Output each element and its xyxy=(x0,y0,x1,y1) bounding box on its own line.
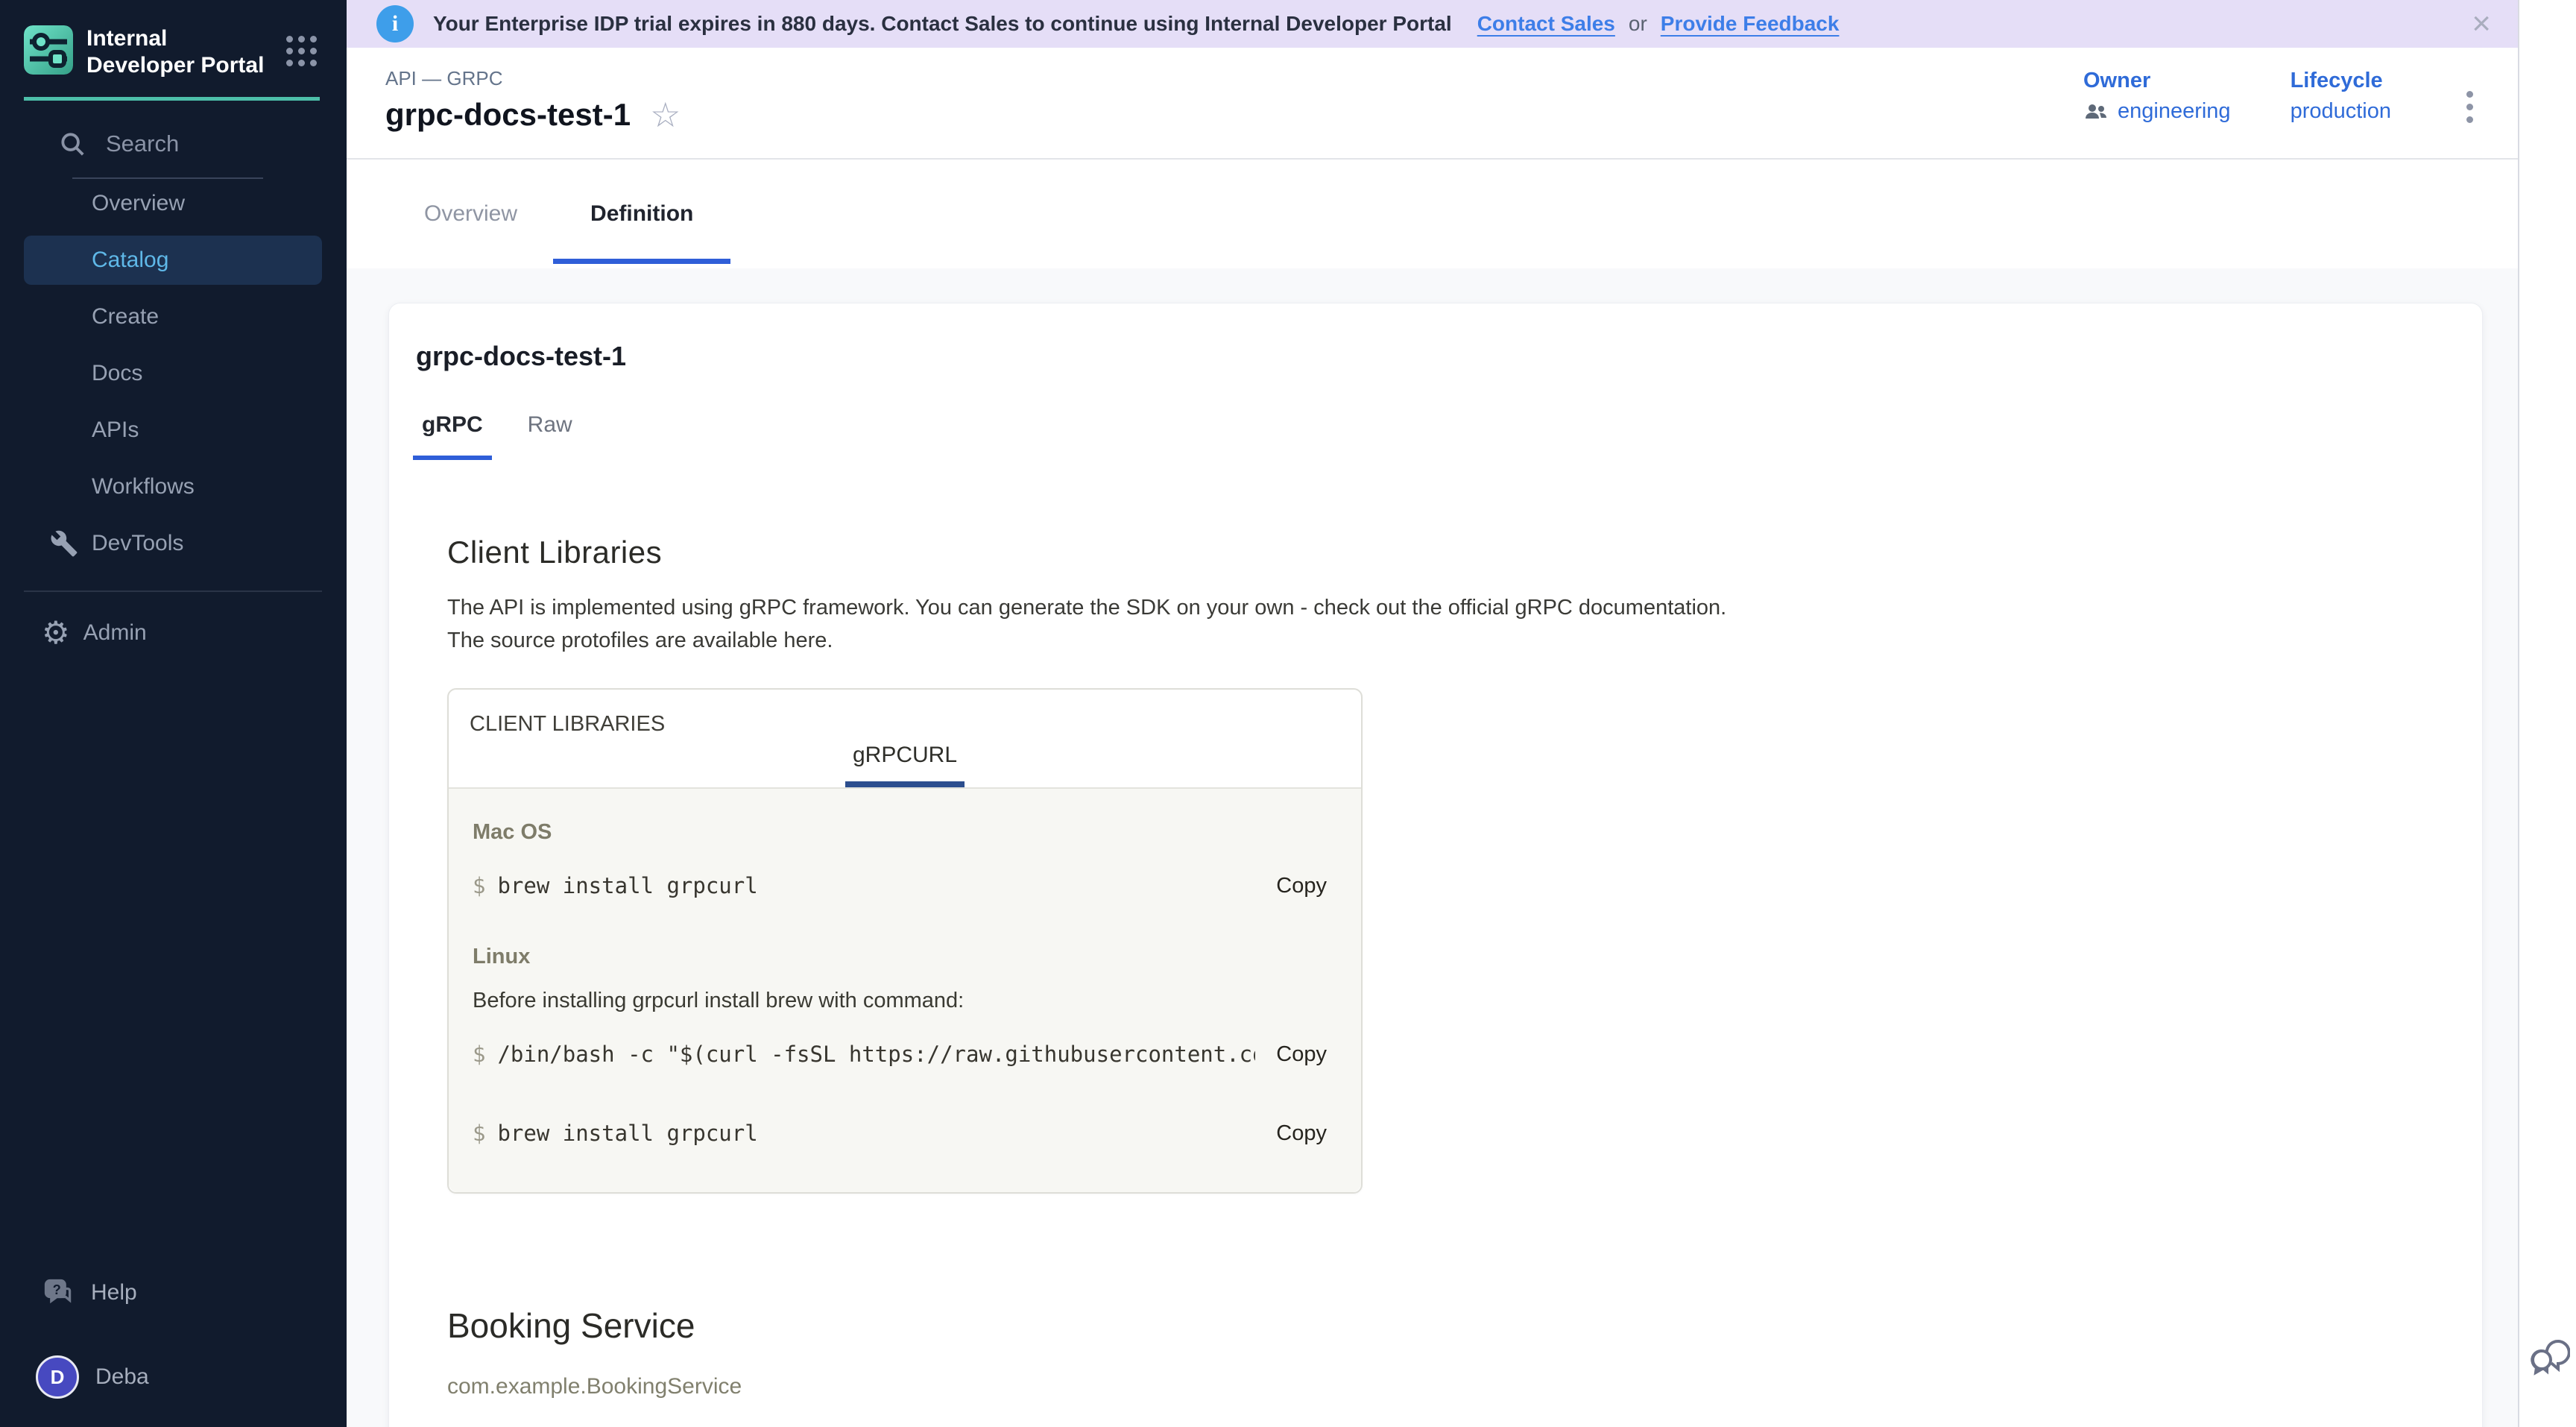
right-gutter xyxy=(2518,0,2576,1427)
tab-overview[interactable]: Overview xyxy=(424,160,517,268)
command-row-macos: $ brew install grpcurl Copy xyxy=(473,873,1327,898)
page-title: grpc-docs-test-1 xyxy=(385,97,631,133)
copy-button[interactable]: Copy xyxy=(1276,1121,1327,1146)
booking-service-heading: Booking Service xyxy=(447,1305,2482,1346)
client-libraries-paragraph-line2: The source protofiles are available here… xyxy=(447,624,2482,657)
booking-service-section: Booking Service com.example.BookingServi… xyxy=(447,1305,2482,1427)
chat-feedback-launcher-icon[interactable] xyxy=(2528,1332,2570,1393)
app-switcher-icon[interactable] xyxy=(286,36,317,66)
search-icon xyxy=(58,130,86,158)
banner-or-text: or xyxy=(1629,12,1647,36)
sidebar-item-admin[interactable]: ⚙ Admin xyxy=(0,617,347,649)
command-row-linux-brew: $ /bin/bash -c "$(curl -fsSL https://raw… xyxy=(473,1042,1327,1067)
booking-service-package: com.example.BookingService xyxy=(447,1374,2482,1399)
main-area: i Your Enterprise IDP trial expires in 8… xyxy=(347,0,2518,1427)
breadcrumb[interactable]: API — GRPC xyxy=(385,67,502,90)
people-icon xyxy=(2083,102,2109,122)
sidebar-item-create[interactable]: Create xyxy=(0,292,347,341)
command-text: /bin/bash -c "$(curl -fsSL https://raw.g… xyxy=(497,1042,1255,1067)
trial-banner-message: Your Enterprise IDP trial expires in 880… xyxy=(433,12,1452,36)
owner-label: Owner xyxy=(2083,69,2231,93)
more-options-icon[interactable] xyxy=(2462,86,2478,127)
content-area: grpc-docs-test-1 gRPC Raw Client Librari… xyxy=(347,268,2518,1427)
tab-grpc[interactable]: gRPC xyxy=(422,412,483,460)
sidebar-item-overview[interactable]: Overview xyxy=(0,179,347,228)
lifecycle-value: production xyxy=(2291,99,2391,124)
sidebar-divider xyxy=(24,590,322,592)
sidebar: Internal Developer Portal Search Overvie… xyxy=(0,0,347,1427)
linux-note: Before installing grpcurl install brew w… xyxy=(473,989,1327,1013)
tab-grpcurl[interactable]: gRPCURL xyxy=(829,743,981,787)
command-text: brew install grpcurl xyxy=(497,873,1255,898)
tab-definition[interactable]: Definition xyxy=(590,160,693,268)
sidebar-divider-teal xyxy=(24,97,320,101)
owner-block: Owner engineering xyxy=(2083,69,2231,124)
contact-sales-link[interactable]: Contact Sales xyxy=(1477,12,1615,36)
sidebar-item-workflows[interactable]: Workflows xyxy=(0,462,347,511)
command-text: brew install grpcurl xyxy=(497,1121,1255,1146)
sidebar-item-devtools[interactable]: DevTools xyxy=(0,519,347,568)
client-libraries-paragraph-line1: The API is implemented using gRPC framew… xyxy=(447,591,2482,624)
entity-tabs: Overview Definition xyxy=(347,160,2518,268)
copy-button[interactable]: Copy xyxy=(1276,1042,1327,1067)
client-libraries-heading: Client Libraries xyxy=(447,535,2482,570)
definition-format-tabs: gRPC Raw xyxy=(422,412,2482,460)
trial-banner: i Your Enterprise IDP trial expires in 8… xyxy=(347,0,2518,48)
lifecycle-label: Lifecycle xyxy=(2291,69,2391,93)
gear-icon: ⚙ xyxy=(42,617,70,649)
help-label: Help xyxy=(91,1280,137,1305)
definition-card-title: grpc-docs-test-1 xyxy=(416,341,2482,372)
help-button[interactable]: ? Help xyxy=(42,1276,137,1309)
app-title: Internal Developer Portal xyxy=(86,25,265,79)
user-name: Deba xyxy=(95,1364,149,1390)
search-input[interactable]: Search xyxy=(58,130,179,158)
entity-header: API — GRPC grpc-docs-test-1 ☆ Owner engi… xyxy=(347,48,2518,160)
sidebar-item-docs[interactable]: Docs xyxy=(0,349,347,398)
svg-text:?: ? xyxy=(53,1282,61,1297)
user-menu[interactable]: D Deba xyxy=(36,1355,149,1399)
copy-button[interactable]: Copy xyxy=(1276,874,1327,898)
sidebar-menu: Overview Catalog Create Docs APIs Workfl… xyxy=(0,179,347,649)
shell-prompt: $ xyxy=(473,1042,485,1067)
avatar: D xyxy=(36,1355,79,1399)
help-chat-icon: ? xyxy=(42,1276,75,1309)
client-libraries-box: CLIENT LIBRARIES gRPCURL Mac OS $ brew i… xyxy=(447,688,1363,1194)
client-libraries-box-label: CLIENT LIBRARIES xyxy=(449,690,1361,737)
linux-label: Linux xyxy=(473,945,1327,969)
info-icon: i xyxy=(376,5,414,42)
sidebar-item-apis[interactable]: APIs xyxy=(0,406,347,455)
owner-value[interactable]: engineering xyxy=(2118,99,2231,124)
definition-card: grpc-docs-test-1 gRPC Raw Client Librari… xyxy=(388,303,2483,1427)
wrench-icon xyxy=(48,528,80,559)
tab-raw[interactable]: Raw xyxy=(528,412,572,460)
shell-prompt: $ xyxy=(473,1121,485,1146)
favorite-star-icon[interactable]: ☆ xyxy=(650,98,681,132)
app-logo-icon xyxy=(24,25,73,75)
close-icon[interactable]: × xyxy=(2472,7,2491,40)
lifecycle-block: Lifecycle production xyxy=(2291,69,2391,124)
sidebar-item-catalog[interactable]: Catalog xyxy=(24,236,322,285)
provide-feedback-link[interactable]: Provide Feedback xyxy=(1661,12,1840,36)
shell-prompt: $ xyxy=(473,873,485,898)
client-libraries-box-body: Mac OS $ brew install grpcurl Copy Linux… xyxy=(449,787,1361,1192)
command-row-linux-grpcurl: $ brew install grpcurl Copy xyxy=(473,1121,1327,1146)
search-placeholder: Search xyxy=(106,130,179,157)
macos-label: Mac OS xyxy=(473,820,1327,845)
